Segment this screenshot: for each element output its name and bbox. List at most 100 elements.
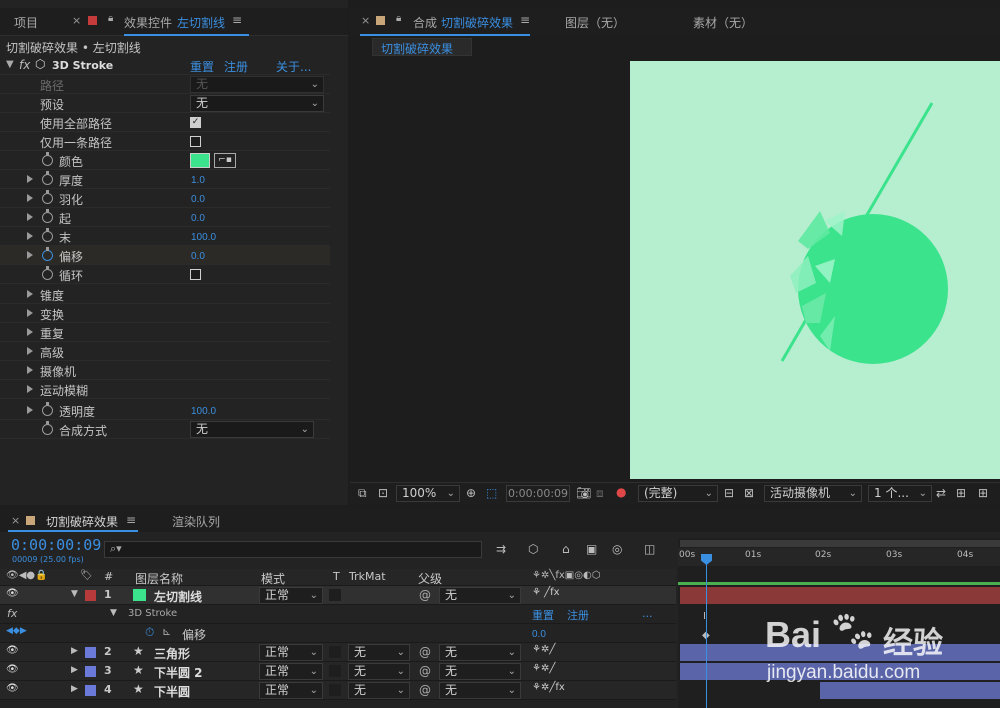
reset-link[interactable]: 重置 [532, 607, 554, 623]
preset-dropdown[interactable]: 无 ⌄ [190, 95, 324, 112]
group-camera[interactable]: 摄像机 [0, 361, 330, 380]
label-color-swatch[interactable] [85, 666, 96, 677]
playhead-line[interactable] [706, 554, 707, 708]
close-icon[interactable]: × [72, 14, 81, 27]
label-color-swatch[interactable] [85, 685, 96, 696]
expand-triangle-icon[interactable]: ▶ [71, 646, 78, 656]
group-motion-blur[interactable]: 运动模糊 [0, 380, 330, 399]
preserve-transparency-box[interactable] [329, 646, 341, 658]
lock-icon[interactable]: 🔒︎ [396, 13, 401, 24]
pickwhip-icon[interactable]: @ [419, 645, 431, 659]
stopwatch-icon[interactable] [42, 171, 53, 185]
safe-margins-icon[interactable]: ⊕ [466, 486, 476, 500]
mode-dropdown[interactable]: 正常 ⌄ [259, 644, 323, 661]
reset-exposure-icon[interactable]: ⊞ [978, 486, 988, 500]
draft-3d-icon[interactable]: ⬡ [528, 542, 538, 556]
pickwhip-icon[interactable]: @ [419, 664, 431, 678]
expand-triangle-icon[interactable] [27, 309, 33, 317]
fast-previews-icon[interactable]: ⊟ [724, 486, 734, 500]
expand-triangle-icon[interactable] [27, 213, 33, 221]
resolution-dropdown[interactable]: (完整) ⌄ [638, 485, 718, 502]
group-repeat[interactable]: 重复 [0, 323, 330, 342]
camera-dropdown[interactable]: 活动摄像机 ⌄ [764, 485, 862, 502]
mode-dropdown[interactable]: 正常 ⌄ [259, 587, 323, 604]
timeline-timecode[interactable]: 0:00:00:09 [11, 536, 101, 554]
expand-triangle-icon[interactable] [27, 194, 33, 202]
graph-icon[interactable]: ⊾ [162, 625, 171, 638]
collapse-triangle-icon[interactable]: ▼ [6, 59, 14, 70]
motion-blur-icon[interactable]: ◎ [612, 542, 622, 556]
tab-effect-controls[interactable]: 效果控件 [124, 14, 172, 31]
label-color-swatch[interactable] [85, 647, 96, 658]
pickwhip-icon[interactable]: @ [419, 588, 431, 602]
register-link[interactable]: 注册 [224, 58, 248, 75]
tab-effect-layer[interactable]: 左切割线 [177, 14, 225, 31]
end-value[interactable]: 100.0 [191, 232, 216, 243]
layer-name[interactable]: 三角形 [154, 645, 190, 662]
expand-triangle-icon[interactable] [27, 175, 33, 183]
toggle-pixel-aspect-icon[interactable]: ⇄ [936, 486, 946, 500]
mask-visibility-icon[interactable]: ⬚ [486, 486, 497, 500]
layer-switches[interactable]: ⚘ ╱fx [532, 587, 560, 598]
stopwatch-icon[interactable] [42, 209, 53, 223]
shy-layers-icon[interactable]: ⌂ [562, 542, 570, 556]
stopwatch-icon[interactable] [42, 402, 53, 416]
loop-checkbox[interactable] [190, 269, 201, 280]
panel-menu-icon[interactable]: ≡ [232, 13, 242, 27]
trkmat-dropdown[interactable]: 无 ⌄ [348, 644, 410, 661]
effect-header[interactable]: ▼ fx ⬡ 3D Stroke 重置 注册 关于... [0, 57, 330, 75]
layer-name[interactable]: 下半圆 [154, 683, 190, 700]
views-dropdown[interactable]: 1 个... ⌄ [868, 485, 932, 502]
preserve-transparency-box[interactable] [329, 589, 341, 601]
layer-switches[interactable]: ⚘✲╱fx [532, 682, 565, 693]
eye-icon[interactable]: 👁︎ [6, 683, 19, 694]
group-advanced[interactable]: 高级 [0, 342, 330, 361]
tab-layer[interactable]: 图层（无） [565, 14, 625, 31]
layer-name[interactable]: 下半圆 2 [154, 664, 203, 681]
eye-icon[interactable]: 👁︎ [6, 645, 19, 656]
time-ruler[interactable]: 00s 01s 02s 03s 04s [678, 548, 1000, 566]
expand-triangle-icon[interactable] [27, 251, 33, 259]
path-dropdown[interactable]: 无 ⌄ [190, 76, 324, 93]
tab-comp[interactable]: 合成 [413, 14, 437, 31]
panel-menu-icon[interactable]: ≡ [126, 513, 136, 527]
more-link[interactable]: ... [642, 607, 653, 620]
color-channels-icon[interactable]: ● [616, 485, 626, 499]
tab-comp-name[interactable]: 切割破碎效果 [441, 14, 513, 31]
group-taper[interactable]: 锥度 [0, 285, 330, 304]
comp-canvas[interactable] [630, 61, 1000, 479]
color-swatch[interactable] [190, 153, 210, 168]
close-icon[interactable]: × [361, 14, 370, 27]
always-preview-icon[interactable]: ⧉ [358, 486, 367, 501]
stopwatch-active-icon[interactable]: ⏱︎ [145, 625, 154, 640]
keyframe-nav-icon[interactable]: ◀◆▶ [6, 626, 27, 636]
label-color-swatch[interactable] [85, 590, 96, 601]
offset-value[interactable]: 0.0 [191, 251, 205, 262]
layer-row-1[interactable]: 👁︎ ▼ 1 左切割线 正常 ⌄ @ 无 ⌄ ⚘ ╱fx [0, 586, 676, 605]
layer-name[interactable]: 左切割线 [154, 588, 202, 605]
camera-snapshot-icon[interactable]: 📷︎ [576, 486, 591, 500]
expand-triangle-icon[interactable]: ▼ [110, 608, 117, 618]
stopwatch-icon[interactable] [42, 266, 53, 280]
layer-row-3[interactable]: 👁︎ ▶ 3 ★ 下半圆 2 正常 ⌄ 无 ⌄ @ 无 ⌄ ⚘✲╱ [0, 662, 676, 681]
stopwatch-icon[interactable] [42, 190, 53, 204]
comp-mini-flowchart-icon[interactable]: ⇉ [496, 542, 506, 556]
expand-triangle-icon[interactable]: ▶ [71, 684, 78, 694]
trkmat-dropdown[interactable]: 无 ⌄ [348, 663, 410, 680]
frame-blending-icon[interactable]: ▣ [586, 542, 597, 556]
reset-link[interactable]: 重置 [190, 58, 214, 75]
layer-search-input[interactable]: ⌕▾ [104, 541, 482, 558]
lock-icon[interactable]: 🔒︎ [108, 13, 113, 24]
mode-dropdown[interactable]: 正常 ⌄ [259, 663, 323, 680]
eyedropper-icon[interactable]: ⌐▪ [214, 153, 236, 168]
preserve-transparency-box[interactable] [329, 684, 341, 696]
stopwatch-icon[interactable] [42, 421, 53, 435]
mode-dropdown[interactable]: 正常 ⌄ [259, 682, 323, 699]
opacity-value[interactable]: 100.0 [191, 406, 216, 417]
pickwhip-icon[interactable]: @ [419, 683, 431, 697]
thickness-value[interactable]: 1.0 [191, 175, 205, 186]
single-path-checkbox[interactable] [190, 136, 201, 147]
start-value[interactable]: 0.0 [191, 213, 205, 224]
offset-value[interactable]: 0.0 [532, 629, 546, 640]
expand-triangle-icon[interactable]: ▶ [71, 665, 78, 675]
